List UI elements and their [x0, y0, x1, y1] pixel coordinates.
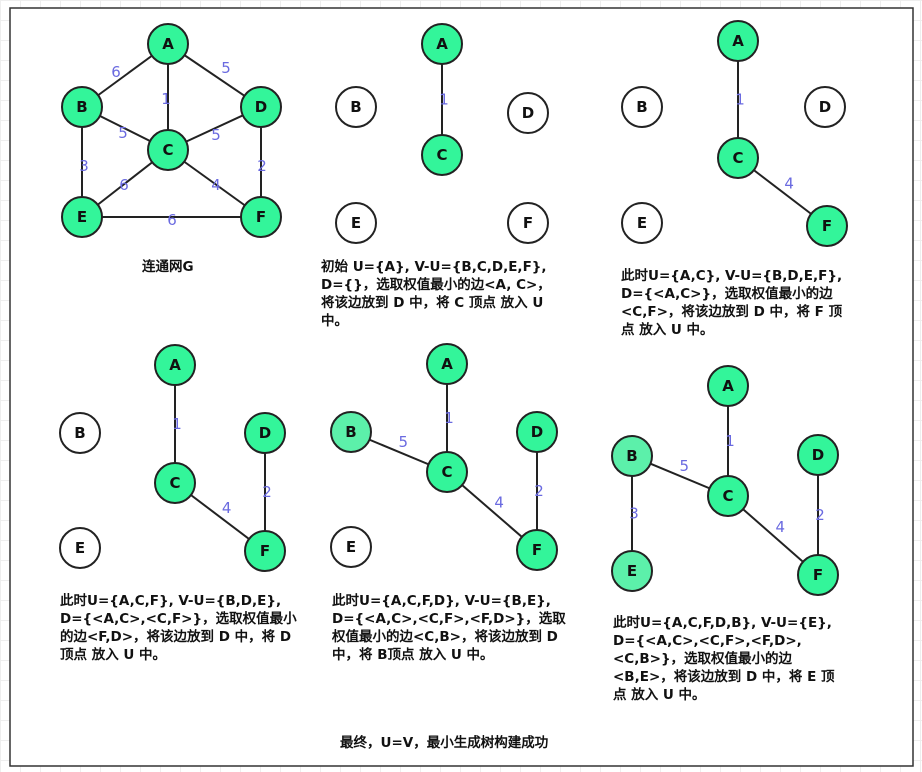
- weight-label-A-B: 6: [111, 63, 121, 81]
- caption-step3: 此时U={A,C,F}, V-U={B,D,E}, D={<A,C>,<C,F>…: [60, 593, 297, 663]
- node-label-E: E: [627, 562, 637, 580]
- weight-label-D-F: 2: [815, 506, 825, 524]
- caption-G: 连通网G: [142, 259, 194, 275]
- weight-label-C-F: 4: [494, 494, 504, 512]
- node-label-E: E: [75, 539, 85, 557]
- node-label-B: B: [345, 423, 356, 441]
- weight-label-B-C: 5: [118, 124, 128, 142]
- weight-label-C-F: 4: [784, 174, 794, 192]
- node-label-C: C: [162, 141, 173, 159]
- weight-label-A-C: 1: [172, 415, 182, 433]
- weight-label-D-F: 2: [262, 483, 272, 501]
- caption-step2: 此时U={A,C}, V-U={B,D,E,F}, D={<A,C>}，选取权值…: [621, 268, 843, 338]
- node-label-B: B: [626, 447, 637, 465]
- node-label-E: E: [346, 538, 356, 556]
- weight-label-C-E: 6: [119, 176, 129, 194]
- node-label-F: F: [532, 541, 542, 559]
- node-label-F: F: [260, 542, 270, 560]
- weight-label-B-C: 5: [398, 433, 408, 451]
- weight-label-A-D: 5: [221, 59, 231, 77]
- node-label-B: B: [350, 98, 361, 116]
- weight-label-C-F: 4: [222, 499, 232, 517]
- node-label-C: C: [436, 146, 447, 164]
- node-label-A: A: [441, 355, 453, 373]
- node-label-D: D: [255, 98, 267, 116]
- node-label-B: B: [636, 98, 647, 116]
- node-label-C: C: [732, 149, 743, 167]
- weight-label-A-C: 1: [725, 432, 735, 450]
- node-label-D: D: [259, 424, 271, 442]
- node-label-A: A: [162, 35, 174, 53]
- final-caption: 最终，U=V，最小生成树构建成功: [340, 735, 549, 751]
- weight-label-C-D: 5: [211, 126, 221, 144]
- node-label-D: D: [812, 446, 824, 464]
- node-label-B: B: [76, 98, 87, 116]
- caption-step5: 此时U={A,C,F,D,B}, V-U={E}, D={<A,C>,<C,F>…: [613, 615, 835, 703]
- node-label-B: B: [74, 424, 85, 442]
- node-label-E: E: [77, 208, 87, 226]
- node-label-F: F: [822, 217, 832, 235]
- node-label-F: F: [523, 214, 533, 232]
- node-label-C: C: [441, 463, 452, 481]
- node-label-C: C: [169, 474, 180, 492]
- weight-label-C-F: 4: [211, 176, 221, 194]
- node-label-F: F: [813, 566, 823, 584]
- weight-label-B-E: 3: [79, 157, 89, 175]
- weight-label-A-C: 1: [735, 91, 745, 109]
- weight-label-C-F: 4: [775, 518, 785, 536]
- node-label-A: A: [169, 356, 181, 374]
- weight-label-A-C: 1: [444, 409, 454, 427]
- node-label-A: A: [722, 377, 734, 395]
- caption-step1: 初始 U={A}, V-U={B,C,D,E,F}, D={}，选取权值最小的边…: [321, 259, 551, 329]
- node-label-D: D: [522, 104, 534, 122]
- node-label-A: A: [436, 35, 448, 53]
- node-label-D: D: [531, 423, 543, 441]
- node-label-A: A: [732, 32, 744, 50]
- node-label-C: C: [722, 487, 733, 505]
- weight-label-E-F: 6: [167, 211, 177, 229]
- caption-step4: 此时U={A,C,F,D}, V-U={B,E}, D={<A,C>,<C,F>…: [332, 593, 566, 663]
- weight-label-B-C: 5: [679, 457, 689, 475]
- weight-label-B-E: 3: [629, 505, 639, 523]
- node-label-E: E: [351, 214, 361, 232]
- weight-label-A-C: 1: [439, 91, 449, 109]
- node-label-E: E: [637, 214, 647, 232]
- weight-label-D-F: 2: [534, 482, 544, 500]
- weight-label-A-C: 1: [161, 90, 171, 108]
- node-label-F: F: [256, 208, 266, 226]
- node-label-D: D: [819, 98, 831, 116]
- weight-label-D-F: 2: [257, 157, 267, 175]
